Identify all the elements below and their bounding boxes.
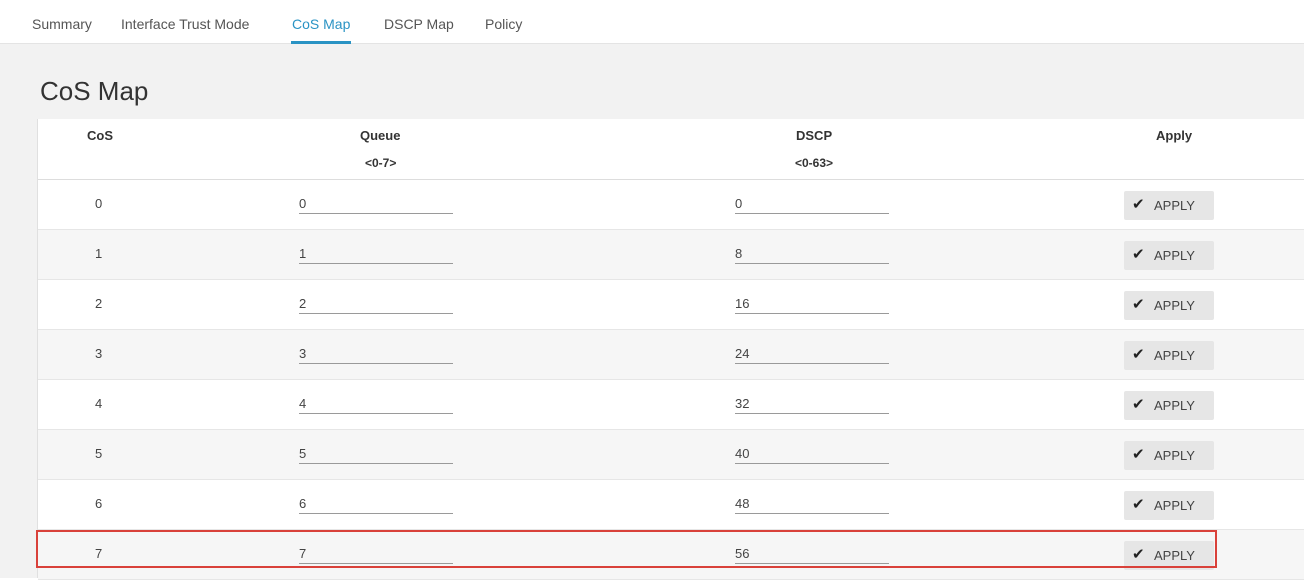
- cos-value: 7: [95, 546, 103, 561]
- table-row: 3 ✔ APPLY: [38, 330, 1304, 380]
- table-row: 6 ✔ APPLY: [38, 480, 1304, 530]
- apply-button[interactable]: ✔ APPLY: [1124, 491, 1214, 520]
- dscp-input[interactable]: [735, 394, 889, 414]
- queue-input[interactable]: [299, 344, 453, 364]
- queue-input[interactable]: [299, 544, 453, 564]
- table-row: 1 ✔ APPLY: [38, 230, 1304, 280]
- header-queue-range: <0-7>: [365, 156, 397, 170]
- queue-input[interactable]: [299, 494, 453, 514]
- apply-label: APPLY: [1154, 248, 1195, 263]
- header-cos: CoS: [87, 128, 113, 143]
- table-header: CoS Queue <0-7> DSCP <0-63> Apply: [38, 119, 1304, 180]
- header-dscp: DSCP: [796, 128, 833, 143]
- check-icon: ✔: [1132, 296, 1145, 313]
- apply-button[interactable]: ✔ APPLY: [1124, 541, 1214, 570]
- cos-map-table: CoS Queue <0-7> DSCP <0-63> Apply 0 ✔ APPL…: [37, 119, 1304, 580]
- apply-label: APPLY: [1154, 398, 1195, 413]
- check-icon: ✔: [1132, 496, 1145, 513]
- check-icon: ✔: [1132, 196, 1145, 213]
- table-row: 4 ✔ APPLY: [38, 380, 1304, 430]
- queue-input[interactable]: [299, 194, 453, 214]
- apply-button[interactable]: ✔ APPLY: [1124, 391, 1214, 420]
- header-apply: Apply: [1156, 128, 1193, 143]
- tab-summary[interactable]: Summary: [32, 6, 92, 43]
- cos-value: 2: [95, 296, 103, 311]
- apply-label: APPLY: [1154, 448, 1195, 463]
- apply-label: APPLY: [1154, 498, 1195, 513]
- header-queue: Queue: [360, 128, 401, 143]
- cos-value: 6: [95, 496, 103, 511]
- tab-policy[interactable]: Policy: [485, 6, 522, 43]
- tab-bar: Summary Interface Trust Mode CoS Map DSC…: [0, 6, 1304, 44]
- table-row: 5 ✔ APPLY: [38, 430, 1304, 480]
- tab-interface-trust-mode[interactable]: Interface Trust Mode: [121, 6, 249, 43]
- apply-label: APPLY: [1154, 298, 1195, 313]
- dscp-input[interactable]: [735, 544, 889, 564]
- dscp-input[interactable]: [735, 244, 889, 264]
- apply-button[interactable]: ✔ APPLY: [1124, 241, 1214, 270]
- cos-value: 1: [95, 246, 103, 261]
- dscp-input[interactable]: [735, 294, 889, 314]
- table-row: 7 ✔ APPLY: [38, 530, 1304, 580]
- tab-dscp-map[interactable]: DSCP Map: [384, 6, 454, 43]
- apply-label: APPLY: [1154, 198, 1195, 213]
- dscp-input[interactable]: [735, 194, 889, 214]
- check-icon: ✔: [1132, 346, 1145, 363]
- cos-value: 3: [95, 346, 103, 361]
- header-dscp-range: <0-63>: [795, 156, 834, 170]
- cos-value: 0: [95, 196, 103, 211]
- dscp-input[interactable]: [735, 494, 889, 514]
- dscp-input[interactable]: [735, 444, 889, 464]
- table-row: 0 ✔ APPLY: [38, 180, 1304, 230]
- queue-input[interactable]: [299, 394, 453, 414]
- queue-input[interactable]: [299, 444, 453, 464]
- apply-label: APPLY: [1154, 548, 1195, 563]
- apply-button[interactable]: ✔ APPLY: [1124, 291, 1214, 320]
- cos-value: 5: [95, 446, 103, 461]
- table-row: 2 ✔ APPLY: [38, 280, 1304, 330]
- check-icon: ✔: [1132, 396, 1145, 413]
- tab-cos-map[interactable]: CoS Map: [290, 6, 352, 44]
- dscp-input[interactable]: [735, 344, 889, 364]
- check-icon: ✔: [1132, 246, 1145, 263]
- apply-label: APPLY: [1154, 348, 1195, 363]
- apply-button[interactable]: ✔ APPLY: [1124, 191, 1214, 220]
- apply-button[interactable]: ✔ APPLY: [1124, 341, 1214, 370]
- apply-button[interactable]: ✔ APPLY: [1124, 441, 1214, 470]
- check-icon: ✔: [1132, 546, 1145, 563]
- page-title: CoS Map: [40, 76, 149, 106]
- check-icon: ✔: [1132, 446, 1145, 463]
- queue-input[interactable]: [299, 244, 453, 264]
- queue-input[interactable]: [299, 294, 453, 314]
- cos-value: 4: [95, 396, 103, 411]
